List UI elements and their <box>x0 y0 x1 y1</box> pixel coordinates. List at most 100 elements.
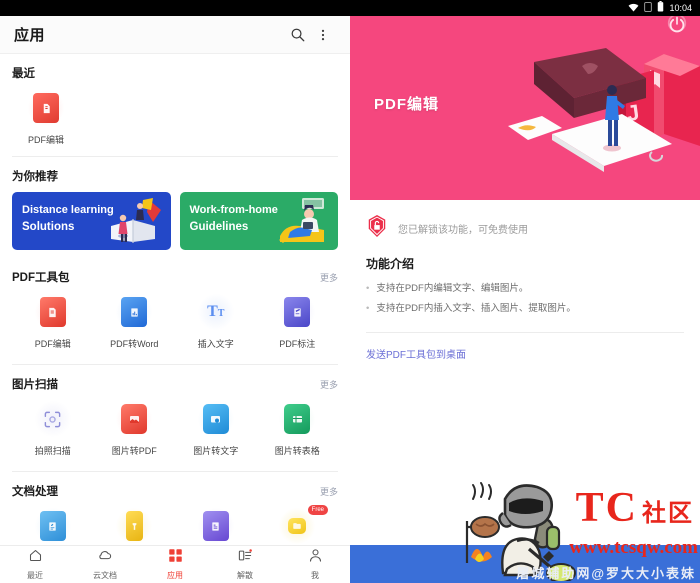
phone-app-pane: 应用 最近 PDF编辑 为你推荐 Distance learning Solut… <box>0 0 350 583</box>
nav-label: 应用 <box>167 571 183 580</box>
page-title: 应用 <box>14 27 46 44</box>
recent-title: 最近 <box>12 68 35 80</box>
home-icon <box>28 548 43 568</box>
profile-icon <box>308 548 323 568</box>
doc-process-header: 文档处理 更多 <box>12 472 338 505</box>
image-to-pdf-icon <box>115 400 154 438</box>
tool-camera-scan[interactable]: 拍照扫描 <box>12 400 94 457</box>
doc-process-more-link[interactable]: 更多 <box>320 485 338 498</box>
recommend-title: 为你推荐 <box>12 171 58 183</box>
pdf-toolkit-header: PDF工具包 更多 <box>12 258 338 291</box>
pdf-toolkit-section: PDF工具包 更多 PDF编辑 PDF转Word TT 插入文字 PDF标注 <box>0 258 350 360</box>
bullet-text: 支持在PDF内插入文字、插入图片、提取图片。 <box>376 302 576 314</box>
camera-scan-icon <box>33 400 72 438</box>
pdf-toolkit-row: PDF编辑 PDF转Word TT 插入文字 PDF标注 <box>12 291 338 360</box>
unlock-row: 您已解锁该功能，可免费使用 <box>350 200 700 255</box>
status-bar-left <box>0 0 350 16</box>
tool-label: PDF转Word <box>110 339 159 349</box>
nav-item-apps[interactable]: 应用 <box>140 548 210 581</box>
nav-item-profile[interactable]: 我 <box>280 548 350 581</box>
nav-label: 云文档 <box>93 571 117 580</box>
tool-pdf-edit[interactable]: PDF编辑 <box>12 293 94 350</box>
tool-image-to-table[interactable]: 图片转表格 <box>257 400 339 457</box>
banner-work-from-home[interactable]: Work-from-home Guidelines <box>179 192 338 250</box>
app-bar: 应用 <box>0 16 350 54</box>
apps-grid-icon <box>168 548 183 568</box>
nav-label: 最近 <box>27 571 43 580</box>
bullet-text: 支持在PDF内编辑文字、编辑图片。 <box>376 283 529 294</box>
recent-header: 最近 <box>12 54 338 87</box>
tool-label: 插入文字 <box>197 339 234 349</box>
tool-label: 图片转PDF <box>111 446 157 456</box>
feature-bullet: • 支持在PDF内插入文字、插入图片、提取图片。 <box>366 302 684 317</box>
pdf-annotate-icon <box>278 293 317 331</box>
nav-item-recent[interactable]: 最近 <box>0 548 70 581</box>
tool-image-to-pdf[interactable]: 图片转PDF <box>94 400 176 457</box>
image-scan-more-link[interactable]: 更多 <box>320 378 338 391</box>
pdf-toolkit-more-link[interactable]: 更多 <box>320 271 338 284</box>
sim-icon <box>644 0 653 17</box>
free-badge: Free <box>307 505 328 516</box>
more-vertical-icon[interactable] <box>310 22 336 48</box>
nav-label: 解散 <box>237 571 253 580</box>
list-icon <box>237 548 253 568</box>
nav-label: 我 <box>311 571 319 580</box>
distance-learning-illustration <box>103 192 167 250</box>
feature-intro-section: 功能介绍 • 支持在PDF内编辑文字、编辑图片。 • 支持在PDF内插入文字、插… <box>350 255 700 316</box>
tool-pdf-annotate[interactable]: PDF标注 <box>257 293 339 350</box>
tool-insert-text[interactable]: TT 插入文字 <box>175 293 257 350</box>
pdf-edit-icon <box>27 89 65 127</box>
unlock-text: 您已解锁该功能，可免费使用 <box>398 225 528 236</box>
image-to-text-icon <box>196 400 235 438</box>
bottom-action-bar[interactable] <box>350 545 700 583</box>
recent-item-label: PDF编辑 <box>27 135 64 145</box>
hero-title: PDF编辑 <box>374 96 440 113</box>
unlock-badge-icon <box>366 214 388 243</box>
battery-icon <box>657 0 664 17</box>
image-to-table-icon <box>278 400 317 438</box>
pdf-to-word-icon <box>115 293 154 331</box>
wifi-icon <box>628 0 639 17</box>
feature-hero: PDF编辑 J <box>350 0 700 200</box>
image-scan-header: 图片扫描 更多 <box>12 365 338 398</box>
tool-pdf-to-word[interactable]: PDF转Word <box>94 293 176 350</box>
recommend-section: 为你推荐 Distance learning Solutions Work-fr… <box>0 157 350 258</box>
recommend-header: 为你推荐 <box>12 157 338 190</box>
send-toolkit-link[interactable]: 发送PDF工具包到桌面 <box>350 333 700 361</box>
pdf-editing-isometric-illustration: J <box>504 26 700 200</box>
feature-intro-title: 功能介绍 <box>366 257 415 271</box>
tool-label: 图片转文字 <box>193 446 239 456</box>
tool-label: PDF编辑 <box>34 339 71 349</box>
recent-row: PDF编辑 <box>12 87 338 152</box>
work-from-home-illustration <box>270 192 334 250</box>
bottom-navigation: 最近 云文档 应用 解散 我 <box>0 545 350 583</box>
cloud-icon <box>97 548 113 568</box>
tool-label: 图片转表格 <box>274 446 320 456</box>
bullet-dot: • <box>366 302 370 314</box>
recent-section: 最近 PDF编辑 <box>0 54 350 152</box>
feature-bullet: • 支持在PDF内编辑文字、编辑图片。 <box>366 282 684 297</box>
pdf-edit-icon <box>33 293 72 331</box>
doc-convert-icon <box>196 507 235 545</box>
search-icon[interactable] <box>284 22 310 48</box>
doc-compress-icon <box>115 507 154 545</box>
insert-text-icon: TT <box>196 293 235 331</box>
feature-detail-pane: 10:04 PDF编辑 J 您已解锁该功能，可免费使用 功能介绍 • 支持在PD… <box>350 0 700 583</box>
status-bar-right: 10:04 <box>350 0 700 16</box>
image-scan-title: 图片扫描 <box>12 379 58 391</box>
image-scan-section: 图片扫描 更多 拍照扫描 图片转PDF 图片转文字 图片转表格 <box>0 365 350 467</box>
banner-row: Distance learning Solutions Work-from-ho… <box>12 190 338 258</box>
status-time: 10:04 <box>669 2 692 13</box>
nav-item-dissolve[interactable]: 解散 <box>210 548 280 581</box>
nav-item-cloud-docs[interactable]: 云文档 <box>70 548 140 581</box>
image-scan-row: 拍照扫描 图片转PDF 图片转文字 图片转表格 <box>12 398 338 467</box>
tool-image-to-text[interactable]: 图片转文字 <box>175 400 257 457</box>
doc-process-title: 文档处理 <box>12 486 58 498</box>
banner-distance-learning[interactable]: Distance learning Solutions <box>12 192 171 250</box>
bullet-dot: • <box>366 283 370 294</box>
doc-edit-icon <box>33 507 72 545</box>
recent-item-pdf-edit[interactable]: PDF编辑 <box>12 89 80 146</box>
tool-label: 拍照扫描 <box>34 446 71 456</box>
tool-label: PDF标注 <box>279 339 316 349</box>
app-root: 应用 最近 PDF编辑 为你推荐 Distance learning Solut… <box>0 0 700 583</box>
